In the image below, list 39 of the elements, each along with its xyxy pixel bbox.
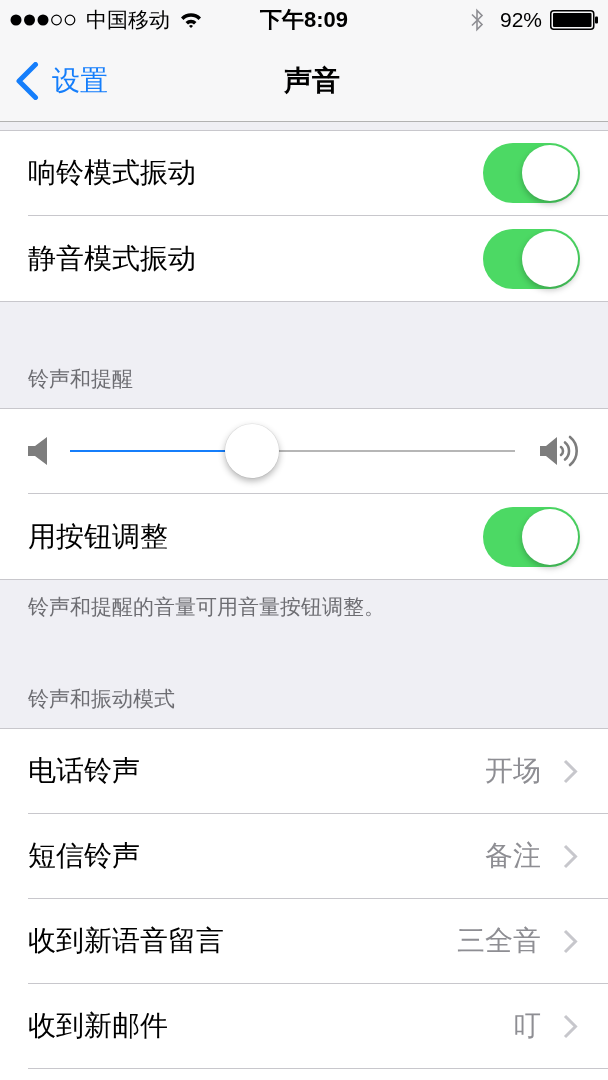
status-time: 下午8:09 xyxy=(259,7,348,33)
bluetooth-icon xyxy=(470,8,484,32)
speaker-icon xyxy=(28,437,47,465)
section-header: 铃声和提醒 xyxy=(27,366,134,393)
section-footer: 铃声和提醒的音量可用音量按钮调整。 xyxy=(0,580,608,622)
chevron-icon xyxy=(563,928,578,954)
setting-label: 响铃模式振动 xyxy=(28,155,197,191)
speaker-loud-icon xyxy=(540,434,580,468)
settings-row[interactable]: 短信铃声 备注 xyxy=(0,814,608,899)
slider-thumb[interactable] xyxy=(225,424,280,478)
setting-label: 短信铃声 xyxy=(28,838,141,874)
settings-row[interactable]: 收到新语音留言 三全音 xyxy=(0,899,608,984)
toggle-switch[interactable] xyxy=(483,506,580,567)
wifi-icon xyxy=(180,12,202,28)
battery-percent: 92% xyxy=(499,7,542,33)
setting-value: 备注 xyxy=(485,838,541,874)
setting-value: 叮 xyxy=(513,1008,541,1044)
chevron-icon xyxy=(563,843,578,869)
setting-label: 收到新语音留言 xyxy=(28,923,225,959)
setting-value: 开场 xyxy=(485,753,541,789)
section-header: 铃声和振动模式 xyxy=(27,686,176,713)
setting-label: 收到新邮件 xyxy=(28,1008,169,1044)
volume-slider[interactable] xyxy=(70,423,515,479)
battery-icon xyxy=(550,10,598,30)
settings-row[interactable]: 收到新邮件 叮 xyxy=(0,984,608,1069)
setting-label: 电话铃声 xyxy=(28,753,141,789)
settings-row[interactable]: 电话铃声 开场 xyxy=(0,729,608,814)
setting-value: 三全音 xyxy=(457,923,541,959)
chevron-icon xyxy=(563,1013,578,1039)
setting-label: 静音模式振动 xyxy=(28,240,197,277)
chevron-icon xyxy=(15,61,39,100)
back-button[interactable]: 设置 xyxy=(15,61,108,100)
setting-label: 用按钮调整 xyxy=(28,518,169,555)
signal-icon xyxy=(10,14,76,26)
chevron-icon xyxy=(563,758,578,784)
page-title: 声音 xyxy=(283,62,340,99)
toggle-switch[interactable] xyxy=(483,228,580,289)
toggle-switch[interactable] xyxy=(483,143,580,203)
carrier-name: 中国移动 xyxy=(86,7,170,33)
